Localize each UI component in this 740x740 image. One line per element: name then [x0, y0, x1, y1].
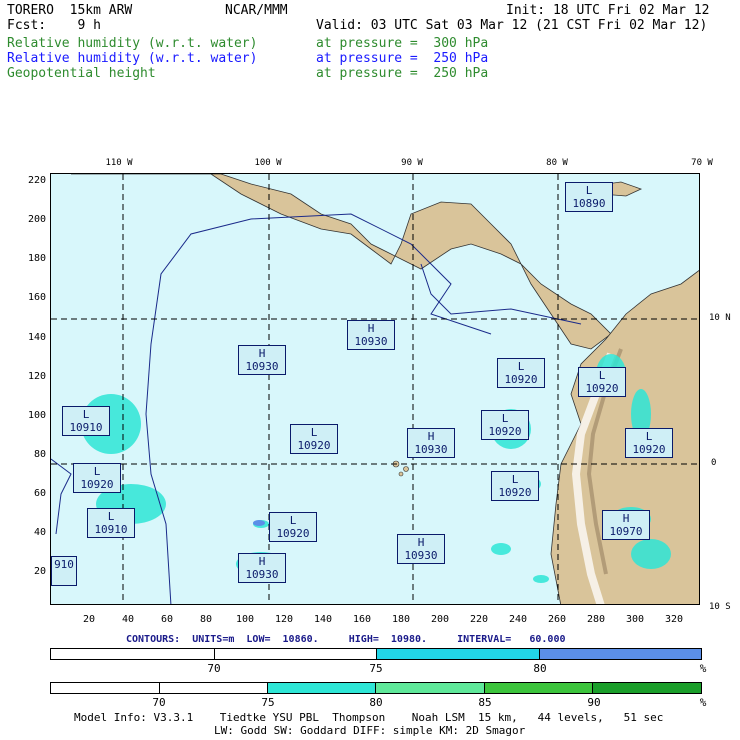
colorbar-300hpa — [50, 682, 702, 694]
land-galapagos — [403, 466, 409, 472]
y-tick-label: 20 — [33, 566, 46, 577]
colorbar-unit: % — [699, 696, 707, 709]
lat-label: 10 S — [709, 602, 731, 612]
lon-label: 90 W — [401, 158, 423, 168]
high-center: H 10930 — [347, 320, 395, 350]
y-tick-label: 200 — [27, 214, 46, 225]
weather-map: L 10890 H 10930 H 10930 L 10920 L 10920 L 1091… — [50, 173, 700, 605]
y-tick-label: 120 — [27, 371, 46, 382]
lon-label: 110 W — [105, 158, 133, 168]
contours-info: CONTOURS: UNITS=m LOW= 10860. HIGH= 1098… — [126, 634, 566, 645]
y-tick-label: 100 — [27, 410, 46, 421]
x-tick-label: 180 — [391, 614, 411, 625]
x-tick-label: 320 — [664, 614, 684, 625]
low-center: L 10890 — [565, 182, 613, 212]
colorbar-label: 75 — [369, 662, 383, 675]
valid-time: Valid: 03 UTC Sat 03 Mar 12 (21 CST Fri … — [316, 18, 708, 33]
low-center: L 10920 — [625, 428, 673, 458]
y-tick-label: 220 — [27, 175, 46, 186]
lon-label: 100 W — [254, 158, 282, 168]
x-tick-label: 240 — [508, 614, 528, 625]
colorbar-swatch — [214, 649, 377, 659]
colorbar-label: 85 — [478, 696, 492, 709]
x-tick-label: 160 — [352, 614, 372, 625]
low-center: L 10920 — [290, 424, 338, 454]
low-center: L 10920 — [73, 463, 121, 493]
colorbar-swatch — [159, 683, 269, 693]
colorbar-label: 80 — [533, 662, 547, 675]
low-center: L 10910 — [87, 508, 135, 538]
lon-label: 80 W — [546, 158, 568, 168]
y-tick-label: 80 — [33, 449, 46, 460]
x-tick-label: 100 — [235, 614, 255, 625]
low-center: L 10910 — [62, 406, 110, 436]
colorbar-swatch — [593, 683, 702, 693]
low-center: L 10920 — [481, 410, 529, 440]
field-2-name: Relative humidity (w.r.t. water) — [7, 51, 258, 66]
x-tick-label: 200 — [430, 614, 450, 625]
colorbar-swatch — [377, 649, 540, 659]
field-3-level: at pressure = 250 hPa — [316, 66, 489, 81]
lon-label: 70 W — [691, 158, 713, 168]
colorbar-unit: % — [699, 662, 707, 675]
lat-label: 0 — [711, 458, 717, 468]
x-tick-label: 260 — [547, 614, 567, 625]
y-tick-label: 180 — [27, 253, 46, 264]
init-time: Init: 18 UTC Fri 02 Mar 12 — [506, 3, 710, 18]
low-center: L 10920 — [578, 367, 626, 397]
colorbar-swatch — [51, 683, 160, 693]
x-tick-label: 300 — [625, 614, 645, 625]
colorbar-label: 80 — [369, 696, 383, 709]
field-1-name: Relative humidity (w.r.t. water) — [7, 36, 258, 51]
colorbar-250hpa — [50, 648, 702, 660]
colorbar-swatch — [51, 649, 215, 659]
x-tick-label: 140 — [313, 614, 333, 625]
colorbar-swatch — [484, 683, 594, 693]
humidity-250-patch — [253, 520, 265, 526]
colorbar-label: 70 — [152, 696, 166, 709]
forecast-hour: Fcst: 9 h — [7, 18, 101, 33]
low-center: L 10920 — [269, 512, 317, 542]
colorbar-label: 70 — [207, 662, 221, 675]
field-2-level: at pressure = 250 hPa — [316, 51, 489, 66]
x-tick-label: 40 — [121, 614, 135, 625]
y-tick-label: 60 — [33, 488, 46, 499]
high-center: H 10930 — [407, 428, 455, 458]
field-1-level: at pressure = 300 hPa — [316, 36, 489, 51]
x-tick-label: 60 — [160, 614, 174, 625]
model-info: Model Info: V3.3.1 Tiedtke YSU PBL Thomp… — [74, 711, 664, 724]
colorbar-swatch — [268, 683, 377, 693]
colorbar-label: 90 — [587, 696, 601, 709]
high-center: H 10970 — [602, 510, 650, 540]
y-tick-label: 140 — [27, 332, 46, 343]
high-center: H 10930 — [397, 534, 445, 564]
y-tick-label: 160 — [27, 292, 46, 303]
lat-label: 10 N — [709, 313, 731, 323]
high-center: H 10930 — [238, 345, 286, 375]
high-center: H 10930 — [238, 553, 286, 583]
colorbar-swatch — [539, 649, 701, 659]
field-3-name: Geopotential height — [7, 66, 156, 81]
model-physics: LW: Godd SW: Goddard DIFF: simple KM: 2D… — [214, 724, 526, 737]
x-tick-label: 80 — [199, 614, 213, 625]
land-galapagos — [398, 471, 404, 477]
low-center: L 10920 — [491, 471, 539, 501]
low-center: L 10920 — [497, 358, 545, 388]
x-tick-label: 220 — [469, 614, 489, 625]
center-label: NCAR/MMM — [225, 3, 288, 18]
y-tick-label: 40 — [33, 527, 46, 538]
model-title: TORERO 15km ARW — [7, 3, 133, 18]
x-tick-label: 280 — [586, 614, 606, 625]
x-tick-label: 120 — [274, 614, 294, 625]
partial-center: 910 — [51, 556, 77, 586]
x-tick-label: 20 — [82, 614, 96, 625]
colorbar-swatch — [376, 683, 485, 693]
colorbar-label: 75 — [261, 696, 275, 709]
